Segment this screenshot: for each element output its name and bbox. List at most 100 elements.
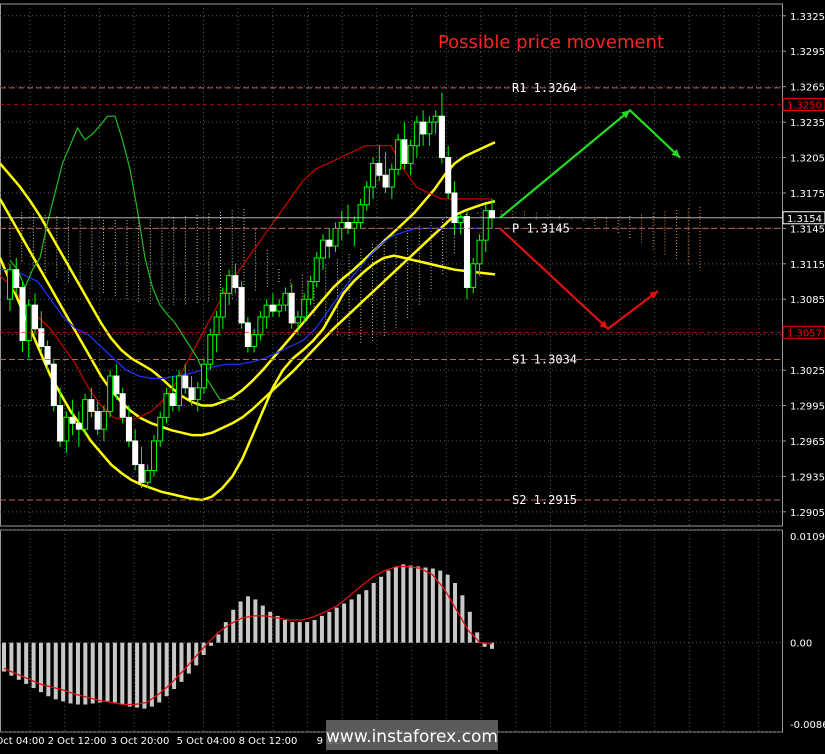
candle-body <box>326 239 333 247</box>
candle-body <box>201 363 208 389</box>
osc-bar <box>445 574 450 643</box>
candle-body <box>269 304 276 312</box>
y-tick-label: 1.3265 <box>790 83 825 94</box>
candle-body <box>363 186 370 206</box>
candle-body <box>194 387 201 401</box>
candle-body <box>263 304 270 318</box>
candle-body <box>463 216 470 288</box>
candle-body <box>395 139 402 170</box>
candle-body <box>75 422 82 430</box>
level-label: S2 1.2915 <box>512 493 577 507</box>
candle-body <box>132 440 139 466</box>
level-label: R1 1.3264 <box>512 81 577 95</box>
osc-bar <box>209 642 214 646</box>
candle-body <box>301 298 308 318</box>
osc-bar <box>371 582 376 643</box>
candle-body <box>294 316 301 324</box>
y-tick-label: 1.3025 <box>790 366 825 377</box>
osc-bar <box>179 642 184 682</box>
candle-body <box>413 121 420 147</box>
osc-bar <box>238 601 243 643</box>
candle-body <box>345 221 352 229</box>
candle-body <box>144 469 151 483</box>
candle-body <box>125 416 132 442</box>
candle-body <box>476 239 483 265</box>
candle-body <box>426 121 433 135</box>
osc-bar <box>112 642 117 703</box>
candle-body <box>376 162 383 176</box>
osc-bar <box>423 567 428 643</box>
osc-bar <box>105 642 110 702</box>
osc-bar <box>68 642 73 704</box>
y-tick-label: 1.3235 <box>790 118 825 129</box>
candle-body <box>432 115 439 123</box>
candle-body <box>251 334 258 347</box>
osc-bar <box>98 642 103 703</box>
candle-body <box>188 387 195 401</box>
osc-bar <box>275 615 280 643</box>
candle-body <box>88 399 95 412</box>
candle-body <box>357 204 364 223</box>
x-tick-label: 8 Oct 12:00 <box>239 736 298 747</box>
candle-body <box>282 292 289 306</box>
candle-body <box>288 292 295 324</box>
level-label: P 1.3145 <box>512 221 570 235</box>
y-tick-label: 1.2965 <box>790 437 825 448</box>
candle-body <box>313 257 320 283</box>
candle-body <box>119 393 126 418</box>
y-tick-label: 1.3085 <box>790 295 825 306</box>
osc-bar <box>135 642 140 708</box>
candle-body <box>100 410 107 430</box>
osc-bar <box>379 576 384 643</box>
x-tick-label: 3 Oct 20:00 <box>111 736 170 747</box>
osc-bar <box>349 599 354 643</box>
candle-body <box>370 162 377 188</box>
candle-body <box>332 227 339 247</box>
osc-tick-label: 0.00 <box>790 639 812 650</box>
y-tick-label: 1.3145 <box>790 224 825 235</box>
osc-bar <box>282 620 287 643</box>
candle-body <box>238 286 245 324</box>
y-tick-label: 1.2935 <box>790 472 825 483</box>
candle-body <box>57 405 64 442</box>
candle-body <box>401 139 408 164</box>
osc-bar <box>312 620 317 643</box>
candle-body <box>157 416 164 442</box>
candle-body <box>382 174 389 188</box>
candle-body <box>82 399 89 430</box>
osc-bar <box>290 622 295 643</box>
osc-bar <box>90 642 95 704</box>
watermark: www.instaforex.com <box>326 720 498 750</box>
x-tick-label: Oct 04:00 <box>0 736 45 747</box>
osc-bar <box>223 622 228 643</box>
osc-bar <box>61 642 66 702</box>
candle-body <box>163 393 170 418</box>
osc-bar <box>342 603 347 643</box>
osc-bar <box>216 634 221 643</box>
candle-body <box>445 157 452 194</box>
candle-body <box>94 410 101 430</box>
candle-body <box>276 304 283 312</box>
candle-body <box>489 210 495 219</box>
y-tick-label: 1.2995 <box>790 402 825 413</box>
osc-bar <box>453 582 458 643</box>
candle-body <box>470 263 477 288</box>
candle-body <box>407 145 414 164</box>
osc-bar <box>120 642 125 705</box>
candle-body <box>338 221 345 229</box>
watermark-text: www.instaforex.com <box>326 727 498 747</box>
candle-body <box>307 281 314 300</box>
candle-body <box>232 275 239 288</box>
y-tick-label: 1.3205 <box>790 154 825 165</box>
osc-tick-label: -0.00867 <box>790 720 825 731</box>
osc-bar <box>467 611 472 643</box>
price-badge-label: 1.3250 <box>787 100 822 111</box>
osc-bar <box>142 642 147 709</box>
candle-body <box>244 322 251 347</box>
osc-bar <box>364 590 369 643</box>
osc-bar <box>246 596 250 643</box>
y-tick-label: 1.3325 <box>790 12 825 23</box>
candle-body <box>351 221 358 229</box>
candle-body <box>438 115 445 159</box>
price-badge-label: 1.3154 <box>787 214 822 225</box>
